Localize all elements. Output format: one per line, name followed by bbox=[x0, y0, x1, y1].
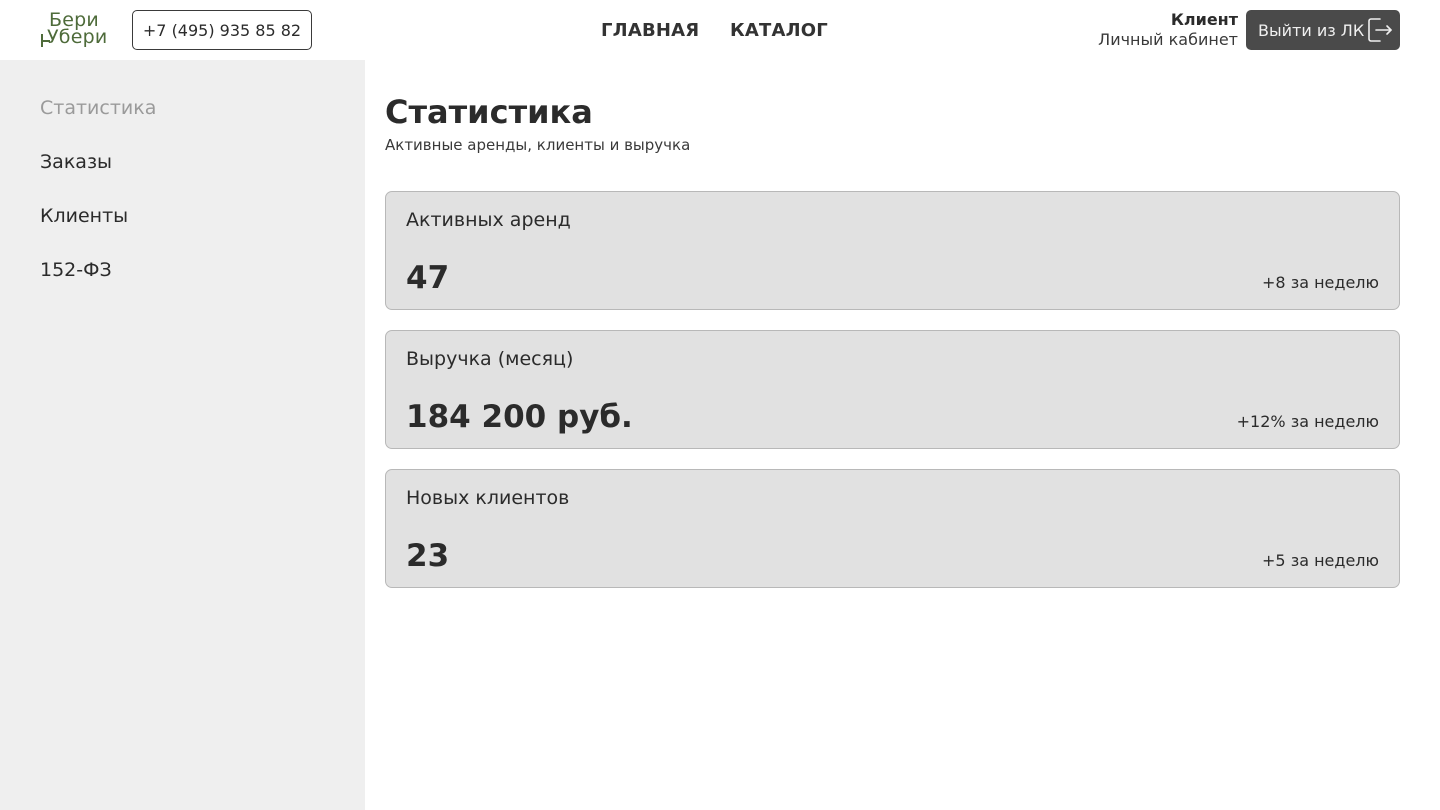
sidebar-item-statistics[interactable]: Статистика bbox=[40, 96, 156, 120]
sidebar: Статистика Заказы Клиенты 152-ФЗ bbox=[0, 60, 365, 810]
stat-card-delta: +8 за неделю bbox=[1262, 273, 1379, 292]
logout-button[interactable]: Выйти из ЛК bbox=[1246, 10, 1400, 50]
stat-card-revenue: Выручка (месяц) 184 200 руб. +12% за нед… bbox=[385, 330, 1400, 449]
page-title: Статистика bbox=[385, 93, 593, 131]
stat-card-label: Новых клиентов bbox=[406, 487, 570, 509]
logo-line-2: Убери bbox=[47, 26, 108, 48]
logout-icon bbox=[1366, 16, 1394, 44]
page-subtitle: Активные аренды, клиенты и выручка bbox=[385, 136, 691, 154]
nav-catalog[interactable]: КАТАЛОГ bbox=[730, 0, 828, 60]
sidebar-item-clients[interactable]: Клиенты bbox=[40, 204, 128, 228]
stat-card-value: 184 200 руб. bbox=[406, 399, 633, 435]
stat-card-active-rentals: Активных аренд 47 +8 за неделю bbox=[385, 191, 1400, 310]
stat-card-value: 47 bbox=[406, 260, 450, 296]
brand-logo[interactable]: Бери Убери bbox=[40, 9, 122, 51]
sidebar-item-orders[interactable]: Заказы bbox=[40, 150, 112, 174]
user-name: Клиент bbox=[1170, 10, 1238, 29]
user-role: Личный кабинет bbox=[1098, 30, 1238, 49]
stat-card-new-clients: Новых клиентов 23 +5 за неделю bbox=[385, 469, 1400, 588]
stat-card-delta: +5 за неделю bbox=[1262, 551, 1379, 570]
top-header: Бери Убери +7 (495) 935 85 82 ГЛАВНАЯ КА… bbox=[0, 0, 1440, 60]
logout-label: Выйти из ЛК bbox=[1258, 20, 1365, 40]
stat-card-label: Активных аренд bbox=[406, 209, 571, 231]
sidebar-item-152fz[interactable]: 152-ФЗ bbox=[40, 258, 112, 282]
stat-card-delta: +12% за неделю bbox=[1236, 412, 1379, 431]
stat-card-value: 23 bbox=[406, 538, 450, 574]
stat-card-label: Выручка (месяц) bbox=[406, 348, 574, 370]
phone-button[interactable]: +7 (495) 935 85 82 bbox=[132, 10, 312, 50]
user-info[interactable]: Клиент Личный кабинет bbox=[1098, 10, 1238, 50]
nav-home[interactable]: ГЛАВНАЯ bbox=[601, 0, 699, 60]
